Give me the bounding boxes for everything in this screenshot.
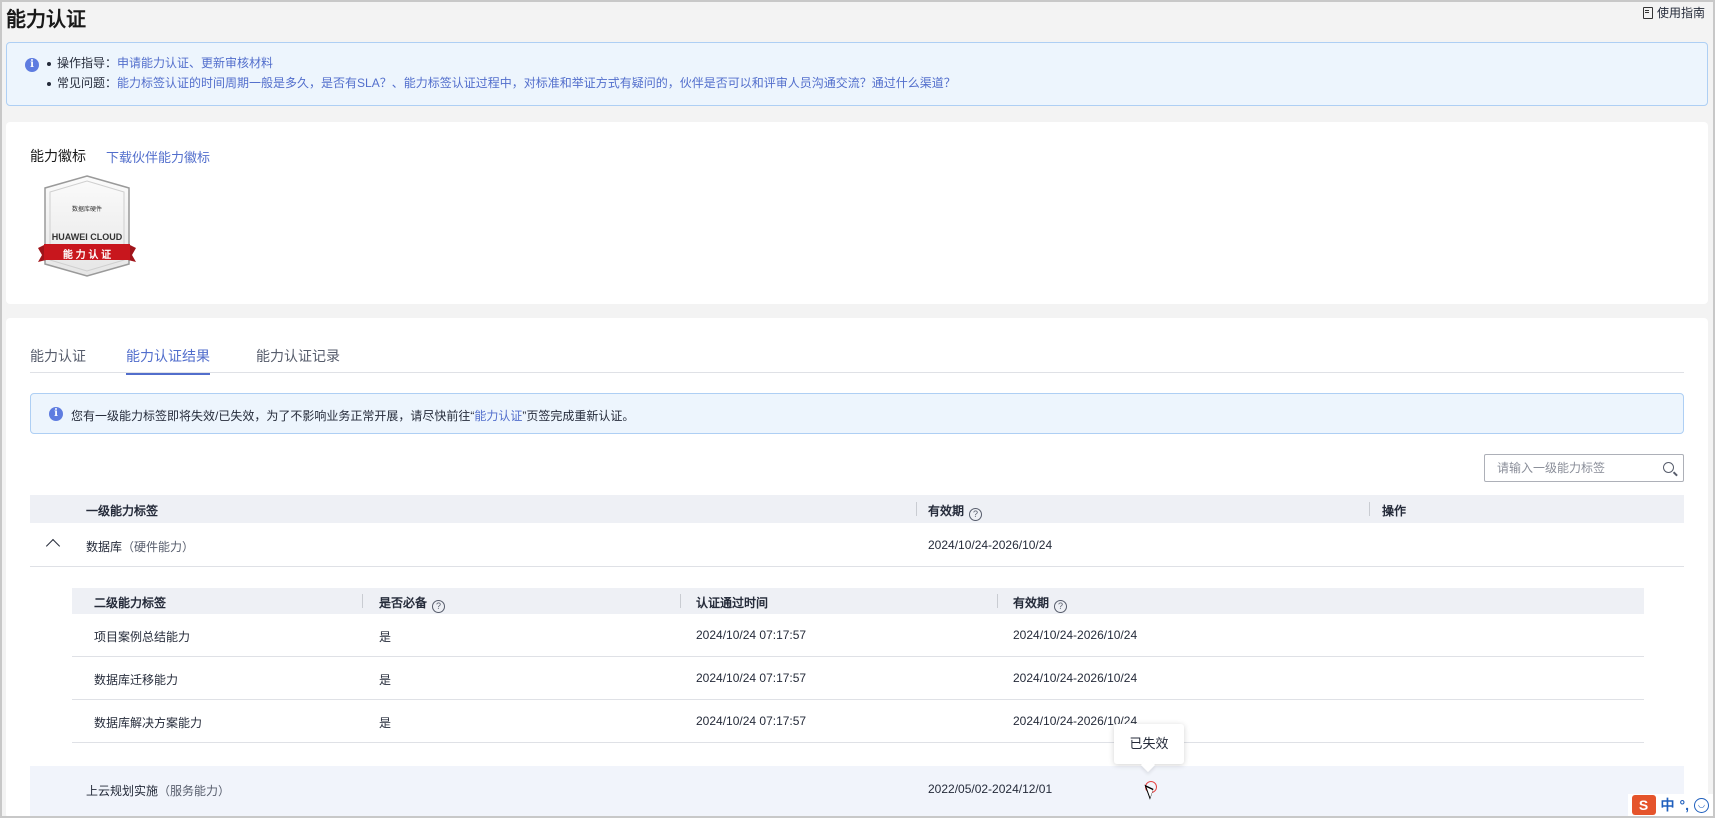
- table-header: 一级能力标签 有效期? 操作: [30, 495, 1684, 523]
- ime-punctuation[interactable]: °,: [1680, 797, 1690, 813]
- info-icon: i: [49, 407, 63, 421]
- user-guide-label: 使用指南: [1656, 6, 1705, 20]
- faq-label: 常见问题：: [57, 76, 118, 90]
- search-input[interactable]: [1485, 455, 1655, 481]
- sub-validity: 2024/10/24-2026/10/24: [1013, 628, 1138, 642]
- sub-label: 项目案例总结能力: [94, 630, 191, 644]
- header-validity-text: 有效期: [928, 504, 965, 518]
- ime-toolbar[interactable]: S 中 °, ◡: [1627, 794, 1713, 816]
- tab-certification-records[interactable]: 能力认证记录: [256, 346, 340, 373]
- subheader-pass-time: 认证通过时间: [696, 596, 769, 610]
- column-divider: [997, 594, 998, 608]
- tab-capability-certification[interactable]: 能力认证: [30, 346, 86, 373]
- subheader-required-text: 是否必备: [379, 596, 428, 610]
- page-title: 能力认证: [6, 9, 86, 31]
- sub-label: 数据库迁移能力: [94, 673, 179, 687]
- badge-section-title: 能力徽标: [30, 148, 86, 164]
- sub-label: 数据库解决方案能力: [94, 716, 203, 730]
- warning-text-after: ”页签完成重新认证。: [522, 409, 635, 423]
- tab-certification-results[interactable]: 能力认证结果: [126, 346, 210, 375]
- smile-icon[interactable]: ◡: [1694, 797, 1709, 813]
- subheader-required: 是否必备?: [379, 594, 446, 613]
- header-level1-label: 一级能力标签: [86, 504, 159, 518]
- sub-pass-time: 2024/10/24 07:17:57: [696, 628, 807, 642]
- results-card: 能力认证 能力认证结果 能力认证记录 i 您有一级能力标签即将失效/已失效，为了…: [6, 318, 1708, 818]
- faq-link[interactable]: 能力标签认证的时间周期一般是多久，是否有SLA？、能力标签认证过程中，对标准和举…: [117, 76, 956, 90]
- subtable-header: 二级能力标签 是否必备? 认证通过时间 有效期?: [72, 588, 1644, 614]
- certification-tab-link[interactable]: 能力认证: [474, 409, 522, 423]
- chevron-up-icon[interactable]: [45, 538, 61, 554]
- user-guide-link[interactable]: 使用指南: [1642, 4, 1705, 21]
- subheader-validity: 有效期?: [1013, 594, 1068, 613]
- subtable-row: 数据库迁移能力 是 2024/10/24 07:17:57 2024/10/24…: [72, 657, 1644, 700]
- subheader-level2-label: 二级能力标签: [94, 596, 167, 610]
- row-validity: 2022/05/02-2024/12/01: [928, 782, 1053, 796]
- guide-link[interactable]: 申请能力认证、更新审核材料: [117, 56, 273, 70]
- row-type: （硬件能力）: [122, 540, 195, 554]
- capability-badge: 数据库硬件 HUAWEI CLOUD 能 力 认 证: [36, 174, 138, 278]
- badge-card: 能力徽标 下载伙伴能力徽标 数据库硬件 HUAWEI CLOUD 能 力 认 证: [6, 122, 1708, 304]
- guide-label: 操作指导：: [57, 56, 118, 70]
- bullet: [47, 81, 51, 86]
- row-name: 数据库: [86, 540, 123, 554]
- guide-line: 操作指导：申请能力认证、更新审核材料: [47, 54, 273, 71]
- sub-validity: 2024/10/24-2026/10/24: [1013, 671, 1138, 685]
- tab-bar: 能力认证 能力认证结果 能力认证记录: [30, 318, 1684, 375]
- column-divider: [362, 594, 363, 608]
- document-icon: [1642, 6, 1653, 19]
- ime-language[interactable]: 中: [1661, 795, 1675, 815]
- badge-brand: HUAWEI CLOUD: [51, 232, 123, 242]
- table-row: 上云规划实施（服务能力） 2022/05/02-2024/12/01: [30, 766, 1684, 818]
- info-banner: i 操作指导：申请能力认证、更新审核材料 常见问题：能力标签认证的时间周期一般是…: [6, 42, 1708, 106]
- warning-text-before: 您有一级能力标签即将失效/已失效，为了不影响业务正常开展，请尽快前往“: [71, 409, 475, 423]
- expired-tooltip: 已失效: [1114, 724, 1184, 764]
- help-icon[interactable]: ?: [969, 508, 983, 521]
- sub-pass-time: 2024/10/24 07:17:57: [696, 671, 807, 685]
- search-box[interactable]: [1484, 454, 1684, 482]
- column-divider: [1369, 502, 1370, 516]
- help-icon[interactable]: ?: [432, 600, 446, 613]
- column-divider: [916, 502, 917, 516]
- warning-text: 您有一级能力标签即将失效/已失效，为了不影响业务正常开展，请尽快前往“能力认证”…: [71, 407, 634, 424]
- row-type: （服务能力）: [158, 784, 231, 798]
- badge-shield-icon: [38, 175, 136, 277]
- sub-required: 是: [379, 673, 392, 687]
- bullet: [47, 61, 51, 66]
- sub-pass-time: 2024/10/24 07:17:57: [696, 714, 807, 728]
- info-icon: i: [25, 58, 39, 72]
- faq-line: 常见问题：能力标签认证的时间周期一般是多久，是否有SLA？、能力标签认证过程中，…: [47, 74, 956, 91]
- column-divider: [680, 594, 681, 608]
- subtable-row: 项目案例总结能力 是 2024/10/24 07:17:57 2024/10/2…: [72, 614, 1644, 657]
- row-label: 数据库（硬件能力）: [86, 538, 194, 555]
- row-name: 上云规划实施: [86, 784, 159, 798]
- sub-required: 是: [379, 716, 392, 730]
- row-validity: 2024/10/24-2026/10/24: [928, 538, 1053, 552]
- subheader-validity-text: 有效期: [1013, 596, 1050, 610]
- badge-ribbon-text: 能 力 认 证: [62, 250, 112, 261]
- sogou-logo-icon[interactable]: S: [1631, 795, 1656, 815]
- row-label: 上云规划实施（服务能力）: [86, 782, 230, 799]
- header-action: 操作: [1382, 504, 1407, 518]
- expiry-warning-banner: i 您有一级能力标签即将失效/已失效，为了不影响业务正常开展，请尽快前往“能力认…: [30, 393, 1684, 434]
- search-icon[interactable]: [1663, 462, 1674, 473]
- header-validity: 有效期?: [928, 502, 983, 521]
- help-icon[interactable]: ?: [1054, 600, 1068, 613]
- sub-required: 是: [379, 630, 392, 644]
- badge-top-text: 数据库硬件: [71, 207, 102, 213]
- table-row: 数据库（硬件能力） 2024/10/24-2026/10/24: [30, 523, 1684, 567]
- download-badge-link[interactable]: 下载伙伴能力徽标: [106, 147, 210, 166]
- subtable-row: 数据库解决方案能力 是 2024/10/24 07:17:57 2024/10/…: [72, 700, 1644, 743]
